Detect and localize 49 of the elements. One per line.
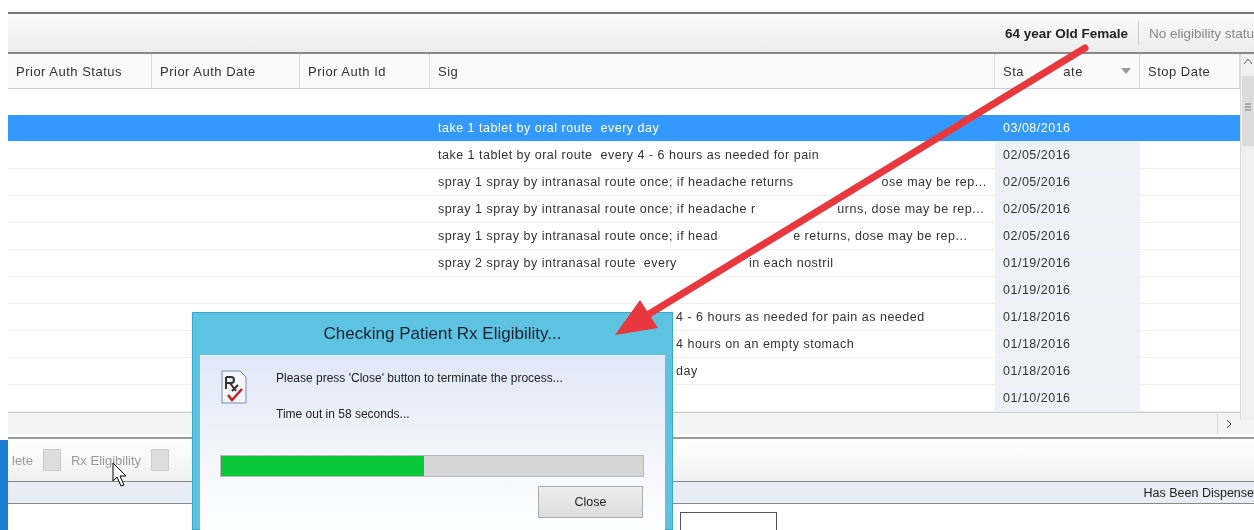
column-header[interactable]: Has Been Dispense [1143,485,1254,500]
sig-cell: e returns, dose may be rep... [793,229,968,243]
column-header[interactable]: Sig [430,54,995,88]
sig-cell: in each nostril [748,256,834,270]
sig-cell: spray 2 spray by intranasal route every [438,256,677,270]
sig-cell: 4 - 6 hours as needed for pain as needed [676,310,925,324]
input-field[interactable] [680,512,777,530]
sig-cell: ose may be rep... [881,175,987,189]
sig-cell: take 1 tablet by oral route every 4 - 6 hours as needed for pain [438,148,820,162]
chevron-right-icon [1225,419,1233,429]
patient-info: 64 year Old Female [1003,25,1129,41]
start-date-cell: 01/18/2016 [1003,310,1071,324]
table-row[interactable]: take 1 tablet by oral route every 4 - 6 hours as needed for pain 02/05/2016 [8,142,1240,169]
sig-cell: take 1 tablet by oral route every day [438,121,660,135]
sig-cell: 4 hours on an empty stomach [676,337,855,351]
start-date-cell: 02/05/2016 [1003,202,1071,216]
column-header-text: Sta [1003,63,1024,79]
prescription-document-icon [220,369,248,405]
column-header[interactable]: Sta ate [995,54,1140,88]
eligibility-status: No eligibility statu [1147,25,1254,41]
start-date-cell: 03/08/2016 [1003,121,1071,135]
column-header[interactable]: Prior Auth Id [300,54,430,88]
column-header[interactable]: Prior Auth Status [8,54,152,88]
sig-cell: day [676,364,698,378]
toolbar-icon[interactable] [42,449,61,471]
dialog-message: Please press 'Close' button to terminate the process... [276,371,563,385]
start-date-cell: 01/18/2016 [1003,337,1071,351]
column-header[interactable]: Prior Auth Date [152,54,300,88]
table-row[interactable]: spray 1 spray by intranasal route once; if headache r urns, dose may be rep... 02/05/2016 [8,196,1240,223]
start-date-cell: 01/18/2016 [1003,364,1071,378]
table-row[interactable]: spray 1 spray by intranasal route once; if headache returns ose may be rep... 02/05/2016 [8,169,1240,196]
sig-cell: spray 1 spray by intranasal route once; if head [438,229,718,243]
toolbar-icon[interactable] [151,449,170,471]
table-row[interactable]: 01/19/2016 [8,277,1240,304]
table-row[interactable]: spray 1 spray by intranasal route once; if head e returns, dose may be rep... 02/05/2016 [8,223,1240,250]
column-header-text: ate [1063,63,1083,79]
start-date-cell: 01/19/2016 [1003,283,1071,297]
start-date-cell: 02/05/2016 [1003,229,1071,243]
sig-cell: spray 1 spray by intranasal route once; if headache returns [438,175,794,189]
table-row[interactable]: spray 2 spray by intranasal route every in each nostril 01/19/2016 [8,250,1240,277]
sig-cell: spray 1 spray by intranasal route once; if headache r [438,202,756,216]
start-date-cell: 02/05/2016 [1003,148,1071,162]
vertical-scrollbar[interactable] [1240,54,1254,420]
sig-cell: urns, dose may be rep... [837,202,985,216]
scrollbar-thumb[interactable] [1241,76,1254,146]
start-date-cell: 01/10/2016 [1003,391,1071,405]
start-date-cell: 02/05/2016 [1003,175,1071,189]
start-date-cell: 01/19/2016 [1003,256,1071,270]
close-button[interactable]: Close [538,486,643,518]
